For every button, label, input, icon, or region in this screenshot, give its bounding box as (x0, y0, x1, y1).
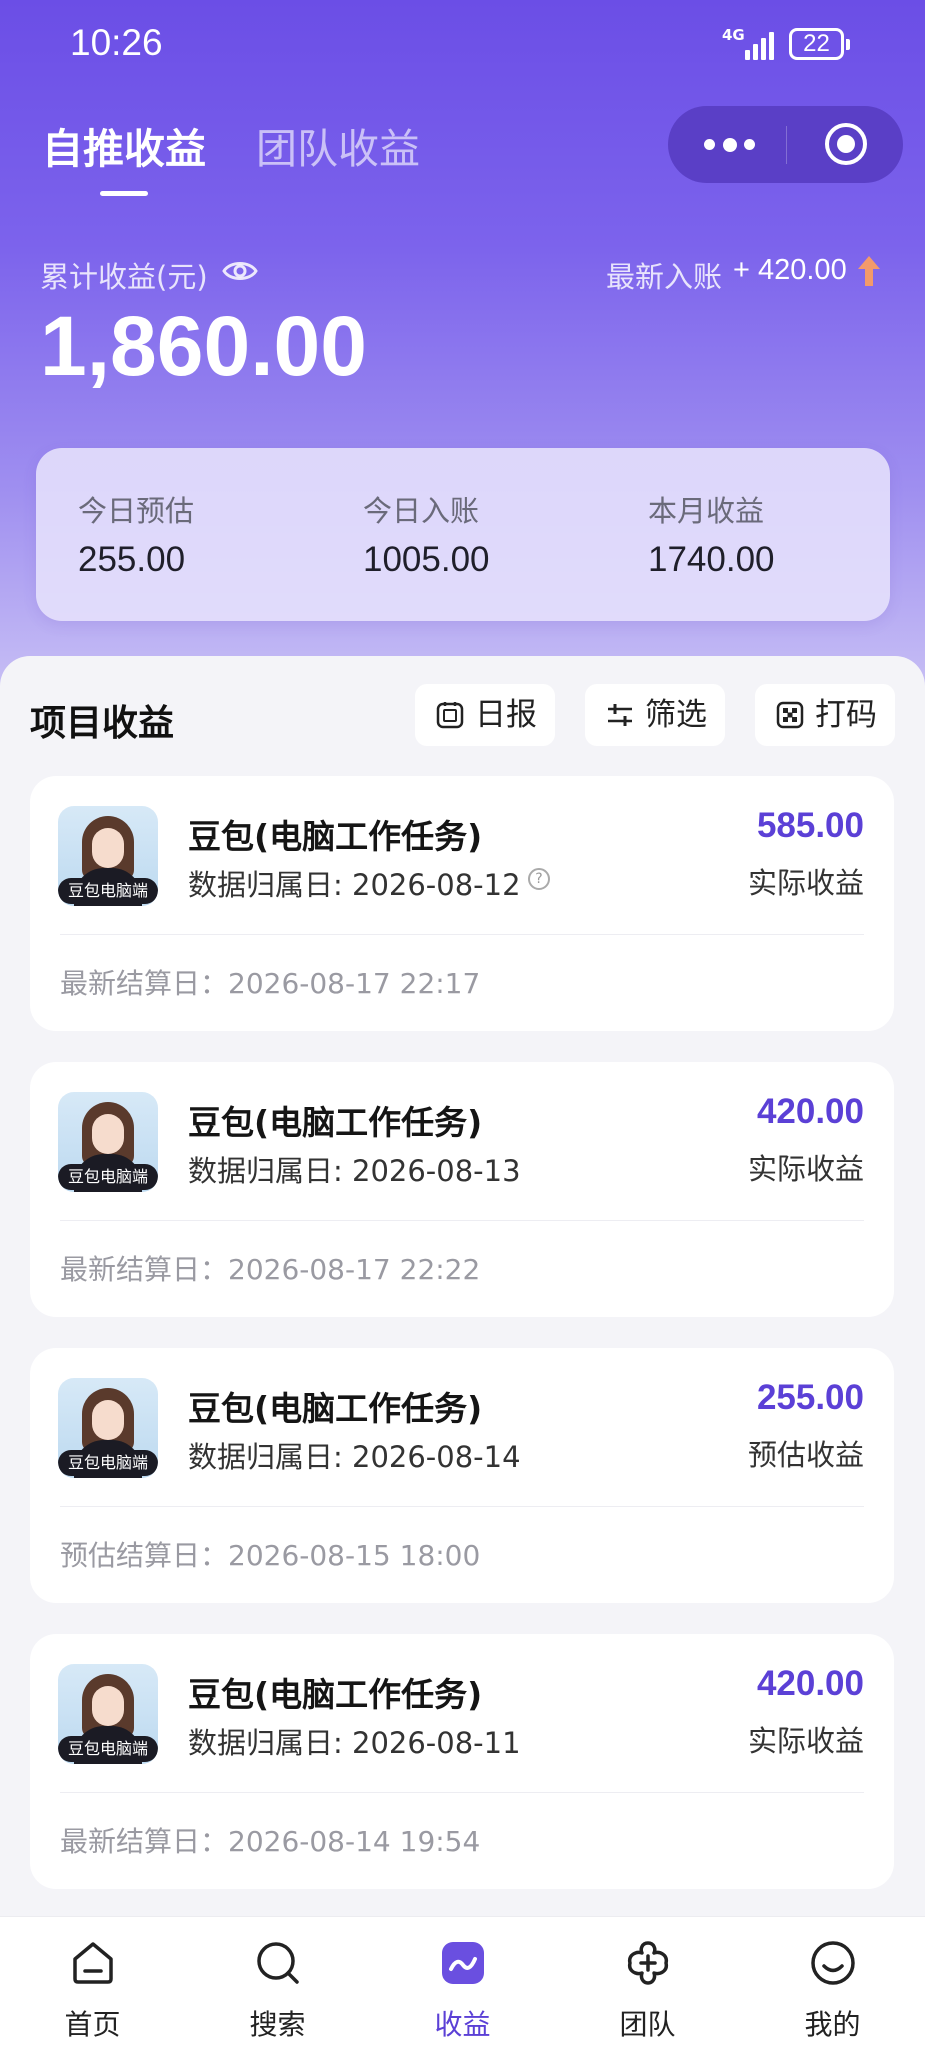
project-avatar: 豆包电脑端 (58, 1378, 158, 1478)
project-amount: 585.00 (756, 806, 864, 845)
settlement-date: 最新结算日：2026-08-14 19:54 (60, 1825, 481, 1858)
project-title: 豆包(电脑工作任务) (188, 817, 483, 856)
project-amount: 255.00 (756, 1378, 864, 1417)
daily-report-button[interactable]: 日报 (415, 684, 555, 746)
avatar-tag: 豆包电脑端 (58, 878, 158, 904)
nav-search[interactable]: 搜索 (185, 1917, 370, 2048)
status-bar: 10:26 4G 22 (0, 0, 925, 90)
settlement-date: 最新结算日：2026-08-17 22:17 (60, 967, 481, 1000)
daily-report-icon (436, 702, 464, 729)
project-title: 豆包(电脑工作任务) (188, 1389, 483, 1428)
home-icon (73, 1942, 113, 1984)
amount-type: 预估收益 (747, 1438, 864, 1472)
help-icon[interactable]: ? (528, 868, 550, 890)
project-avatar: 豆包电脑端 (58, 806, 158, 906)
capsule-divider (786, 126, 787, 164)
stat-month-earnings-label: 本月收益 (648, 494, 765, 528)
signal-icon (745, 28, 779, 60)
avatar-tag: 豆包电脑端 (58, 1736, 158, 1762)
filter-icon (608, 704, 632, 726)
eye-icon[interactable] (222, 256, 258, 286)
stat-today-income-label: 今日入账 (363, 494, 480, 528)
filter-button[interactable]: 筛选 (585, 684, 725, 746)
nav-earnings[interactable]: 收益 (370, 1917, 555, 2048)
latest-income-label: 最新入账 (606, 260, 723, 294)
bottom-nav: 首页 搜索 收益 团队 我的 (0, 1916, 925, 2048)
team-icon (627, 1941, 669, 1985)
mosaic-icon (776, 701, 804, 729)
project-avatar: 豆包电脑端 (58, 1664, 158, 1764)
amount-type: 实际收益 (747, 866, 864, 900)
project-card[interactable]: 豆包电脑端 豆包(电脑工作任务) 数据归属日: 2026-08-13 420.0… (30, 1062, 894, 1317)
project-card[interactable]: 豆包电脑端 豆包(电脑工作任务) 数据归属日: 2026-08-12 ? 585… (30, 776, 894, 1031)
data-date: 数据归属日: 2026-08-13 (188, 1154, 521, 1188)
avatar-tag: 豆包电脑端 (58, 1450, 158, 1476)
card-divider (60, 934, 864, 935)
project-card[interactable]: 豆包电脑端 豆包(电脑工作任务) 数据归属日: 2026-08-14 255.0… (30, 1348, 894, 1603)
data-date: 数据归属日: 2026-08-14 (188, 1440, 521, 1474)
project-amount: 420.00 (756, 1664, 864, 1703)
latest-income-amount: + 420.00 (733, 254, 847, 286)
settlement-date: 最新结算日：2026-08-17 22:22 (60, 1253, 481, 1286)
project-title: 豆包(电脑工作任务) (188, 1675, 483, 1714)
network-type: 4G (722, 26, 745, 44)
project-amount: 420.00 (756, 1092, 864, 1131)
nav-team[interactable]: 团队 (555, 1917, 740, 2048)
miniprogram-capsule (668, 106, 903, 183)
stat-today-estimate-label: 今日预估 (78, 494, 195, 528)
card-divider (60, 1220, 864, 1221)
active-tab-indicator (100, 191, 148, 196)
data-date: 数据归属日: 2026-08-11 (188, 1726, 521, 1760)
card-divider (60, 1792, 864, 1793)
stat-month-earnings-value: 1740.00 (648, 540, 775, 579)
battery-icon: 22 (789, 28, 850, 60)
nav-home[interactable]: 首页 (0, 1917, 185, 2048)
stat-today-estimate-value: 255.00 (78, 540, 186, 579)
project-card[interactable]: 豆包电脑端 豆包(电脑工作任务) 数据归属日: 2026-08-11 420.0… (30, 1634, 894, 1889)
project-avatar: 豆包电脑端 (58, 1092, 158, 1192)
avatar-tag: 豆包电脑端 (58, 1164, 158, 1190)
amount-type: 实际收益 (747, 1152, 864, 1186)
cumulative-earnings-value: 1,860.00 (40, 299, 367, 393)
search-icon (257, 1942, 299, 1984)
project-title: 豆包(电脑工作任务) (188, 1103, 483, 1142)
cumulative-earnings-label: 累计收益(元) (40, 260, 208, 294)
settlement-date: 预估结算日：2026-08-15 18:00 (60, 1539, 481, 1572)
section-title: 项目收益 (30, 703, 175, 744)
arrow-up-icon (858, 256, 880, 286)
nav-profile[interactable]: 我的 (740, 1917, 925, 2048)
amount-type: 实际收益 (747, 1724, 864, 1758)
status-time: 10:26 (70, 22, 163, 63)
tab-team-earnings[interactable]: 团队收益 (256, 115, 420, 175)
stat-today-income-value: 1005.00 (363, 540, 490, 579)
profile-icon (811, 1941, 855, 1985)
stats-card: 今日预估 255.00 今日入账 1005.00 本月收益 1740.00 (36, 448, 890, 621)
project-earnings-sheet: 项目收益 日报 筛选 打码 豆包电脑端 豆包(电脑工作任务) 数据归属日: 20… (0, 656, 925, 1916)
earnings-icon (442, 1942, 484, 1984)
tab-self-earnings[interactable]: 自推收益 (42, 115, 206, 175)
data-date: 数据归属日: 2026-08-12 (188, 868, 521, 902)
mosaic-button[interactable]: 打码 (755, 684, 895, 746)
card-divider (60, 1506, 864, 1507)
close-target-icon[interactable] (825, 123, 867, 165)
more-icon[interactable] (704, 138, 755, 152)
